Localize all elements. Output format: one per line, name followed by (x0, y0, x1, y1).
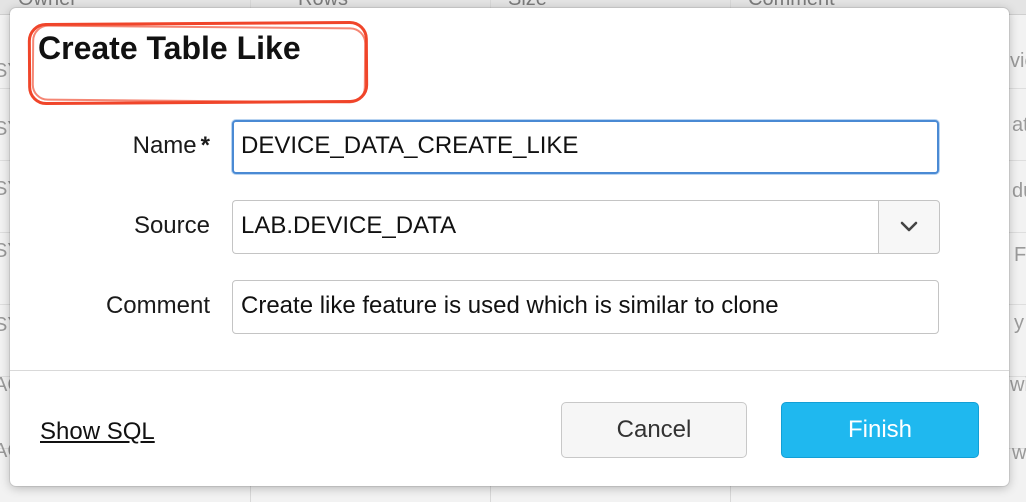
show-sql-link[interactable]: Show SQL (40, 418, 155, 446)
required-marker: * (200, 132, 210, 159)
bg-cell-fragment: y (1014, 312, 1024, 334)
bg-cell-fragment: at (1012, 114, 1026, 136)
comment-input[interactable]: Create like feature is used which is sim… (232, 280, 939, 334)
source-label: Source (133, 212, 210, 239)
finish-button[interactable]: Finish (781, 402, 979, 458)
source-dropdown-button[interactable] (878, 200, 940, 254)
name-label-text: Name (132, 132, 197, 159)
comment-label: Comment (105, 292, 210, 319)
bg-cell-fragment: vic (1010, 50, 1026, 72)
bg-cell-fragment: du (1012, 180, 1026, 202)
bg-cell-fragment: F (1014, 244, 1026, 266)
bg-cell-fragment: w (1012, 442, 1026, 464)
create-table-like-dialog: Create Table Like Name * DEVICE_DATA_CREA… (10, 8, 1009, 486)
bg-cell-fragment: wit (1010, 374, 1026, 396)
footer-divider (10, 370, 1009, 371)
name-input[interactable]: DEVICE_DATA_CREATE_LIKE (232, 120, 939, 174)
chevron-down-icon (900, 221, 918, 232)
name-label: Name * (10, 132, 210, 160)
cancel-button[interactable]: Cancel (561, 402, 747, 458)
title-highlight-annotation-stroke (31, 24, 367, 104)
source-select[interactable]: LAB.DEVICE_DATA (232, 200, 879, 254)
